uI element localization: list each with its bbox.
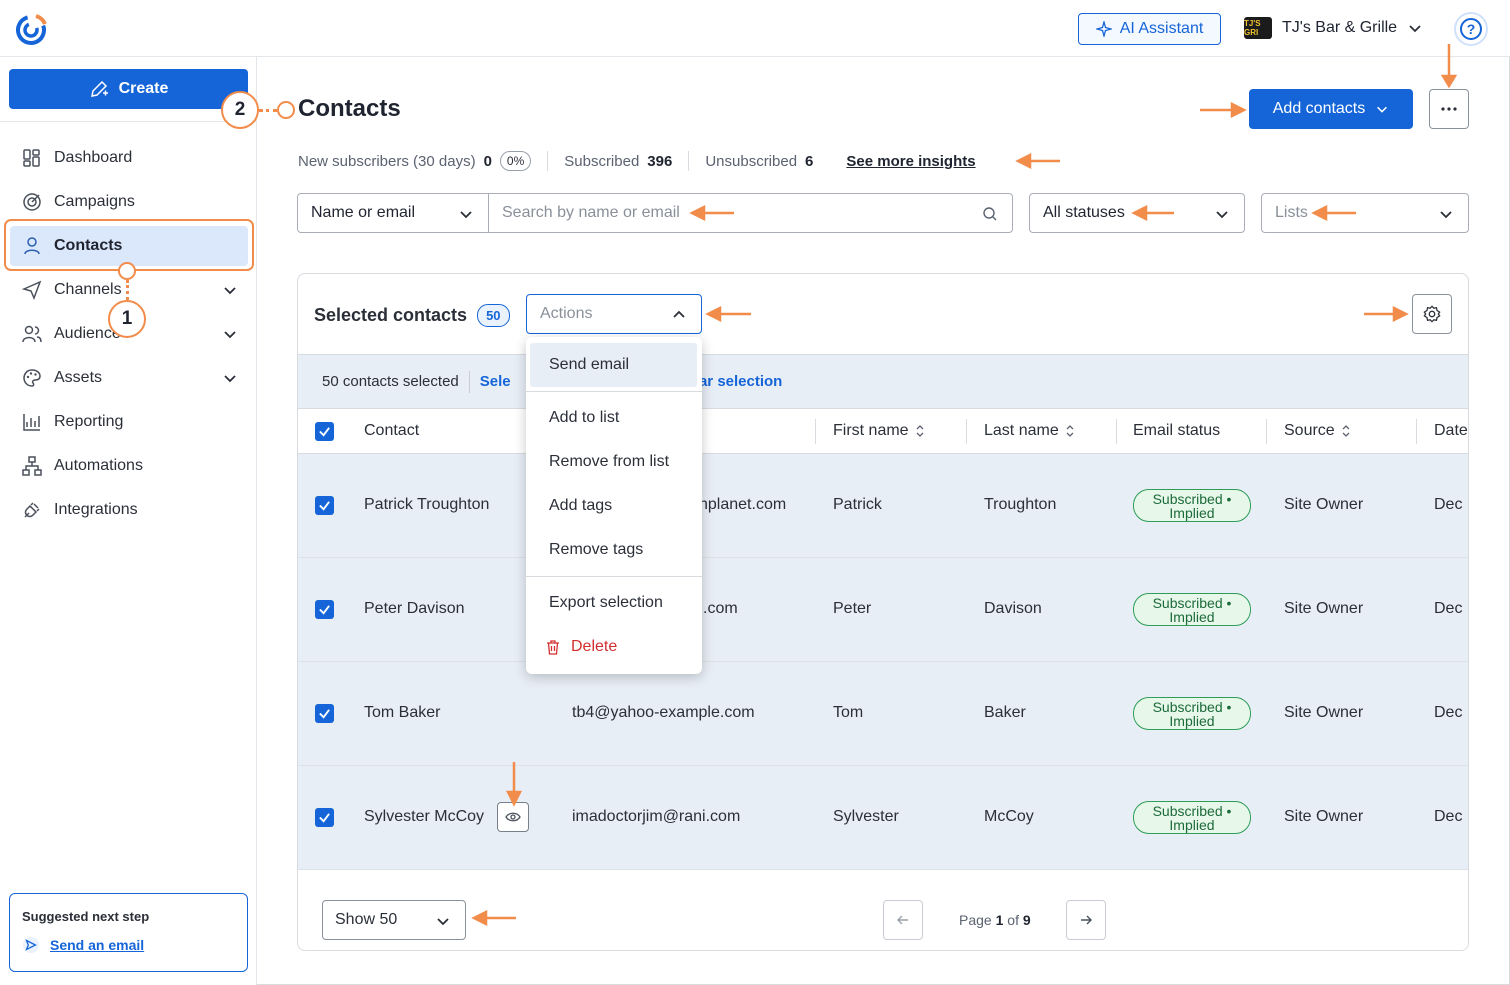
arrow-head — [505, 790, 523, 807]
arrow-head — [1311, 204, 1328, 222]
annotation-arrows — [471, 44, 1458, 927]
arrow-head — [1440, 74, 1458, 89]
arrow-head — [1392, 305, 1409, 323]
arrow-head — [471, 909, 488, 927]
arrow-head — [705, 305, 722, 323]
arrow-head — [1015, 152, 1032, 170]
arrow-head — [1131, 204, 1148, 222]
arrow-head — [1230, 101, 1247, 119]
arrow-head — [689, 204, 706, 222]
